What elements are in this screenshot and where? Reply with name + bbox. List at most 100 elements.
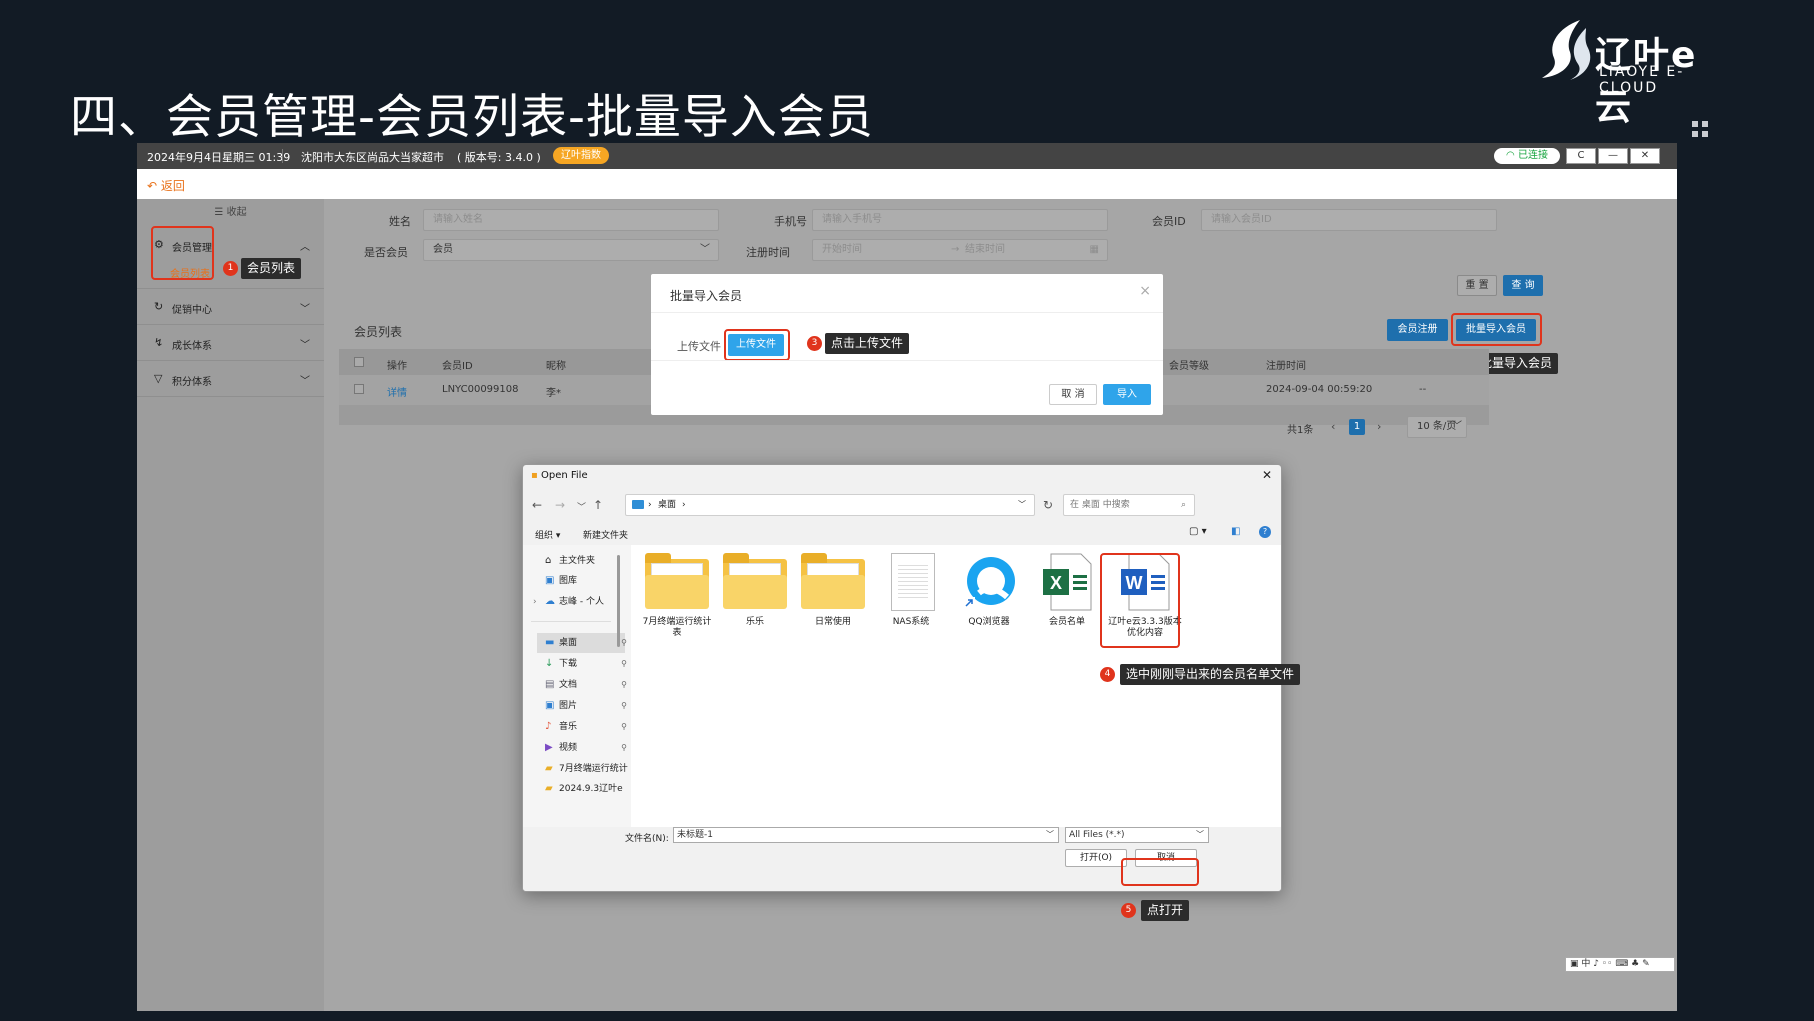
file-item[interactable]: NAS系统 <box>873 553 949 641</box>
modal-title: 批量导入会员 <box>670 289 743 303</box>
nav-item-desktop[interactable]: ▬ 桌面 ⚲ <box>537 633 627 653</box>
list-title: 会员列表 <box>354 325 403 339</box>
close-icon[interactable]: × <box>1139 283 1151 299</box>
sidebar-item-points[interactable]: ▽ 积分体系 ﹀ <box>137 361 324 397</box>
annotation-tip-4: 选中刚刚导出来的会员名单文件 <box>1120 664 1301 685</box>
nav-item-home[interactable]: ⌂ 主文件夹 <box>545 551 625 571</box>
sidebar-item-label: 促销中心 <box>172 305 212 316</box>
forward-icon[interactable]: → <box>555 498 565 512</box>
phone-input[interactable]: 请输入手机号 <box>812 209 1108 231</box>
reg-time-label: 注册时间 <box>746 246 790 259</box>
detail-link[interactable]: 详情 <box>387 384 407 399</box>
page-button-current[interactable]: 1 <box>1349 419 1365 435</box>
folder-icon <box>801 553 865 611</box>
cell-member-id: LNYC00099108 <box>442 384 519 395</box>
chevron-down-icon[interactable]: ﹀ <box>577 500 586 513</box>
chevron-up-icon: ︿ <box>300 242 310 253</box>
nav-item-folder[interactable]: ▰ 7月终端运行统计 <box>545 759 629 779</box>
up-icon[interactable]: ↑ <box>593 498 603 512</box>
filename-label: 文件名(N): <box>625 834 669 844</box>
cloud-icon: ☁ <box>545 596 555 607</box>
close-window-button[interactable]: ✕ <box>1630 148 1660 164</box>
page-size-select[interactable]: 10 条/页 ﹀ <box>1407 416 1467 438</box>
phone-label: 手机号 <box>774 215 807 228</box>
chevron-down-icon: ﹀ <box>700 244 710 255</box>
nav-item-music[interactable]: ♪ 音乐 ⚲ <box>545 717 627 737</box>
refresh-icon: ↻ <box>154 300 164 313</box>
nav-item-cloud[interactable]: › ☁ 志峰 - 个人 <box>533 592 625 612</box>
nav-item-downloads[interactable]: ↓ 下载 ⚲ <box>545 654 627 674</box>
new-folder-button[interactable]: 新建文件夹 <box>583 528 628 541</box>
is-member-select[interactable]: 会员 ﹀ <box>423 239 719 261</box>
back-button[interactable]: ↶ 返回 <box>147 177 185 194</box>
filename-input[interactable]: 未标题-1 ﹀ <box>673 827 1059 843</box>
nav-item-pictures[interactable]: ▣ 图片 ⚲ <box>545 696 627 716</box>
file-item[interactable]: 日常使用 <box>795 553 871 641</box>
register-member-button[interactable]: 会员注册 <box>1387 319 1448 341</box>
cell-extra: -- <box>1419 384 1427 395</box>
nav-item-documents[interactable]: ▤ 文档 ⚲ <box>545 675 627 695</box>
batch-import-modal: 批量导入会员 × 上传文件 上传文件 3 点击上传文件 取 消 导入 <box>651 274 1163 415</box>
sidebar-collapse[interactable]: ☰ 收起 <box>137 199 324 227</box>
file-name: 7月终端运行统计表 <box>642 617 712 638</box>
file-item[interactable]: 7月终端运行统计表 <box>639 553 715 641</box>
row-checkbox[interactable] <box>354 384 364 394</box>
next-page-icon[interactable]: › <box>1377 420 1381 433</box>
pagination-total: 共1条 <box>1287 425 1314 436</box>
chevron-down-icon: ﹀ <box>1046 830 1054 839</box>
search-button[interactable]: 查 询 <box>1503 275 1543 296</box>
file-item[interactable]: 乐乐 <box>717 553 793 641</box>
back-icon[interactable]: ← <box>532 498 542 512</box>
select-all-checkbox[interactable] <box>354 357 364 367</box>
col-header: 注册时间 <box>1266 361 1306 372</box>
refresh-icon[interactable]: ↻ <box>1043 498 1053 512</box>
chevron-down-icon[interactable]: ﹀ <box>1018 495 1026 515</box>
upload-label: 上传文件 <box>677 340 721 353</box>
path-segment[interactable]: 桌面 <box>658 495 676 515</box>
connection-status: ◠ 已连接 <box>1494 148 1560 164</box>
search-input[interactable]: 在 桌面 中搜索 ⌕ <box>1063 494 1195 516</box>
organize-menu[interactable]: 组织 ▾ <box>535 528 560 541</box>
preview-pane-icon[interactable]: ◧ <box>1231 526 1240 537</box>
liaoye-index-badge[interactable]: 辽叶指数 <box>553 147 609 164</box>
dialog-nav-bar: ← → ﹀ ↑ › 桌面 › ﹀ ↻ 在 桌面 中搜索 ⌕ <box>523 489 1281 521</box>
wifi-icon: ◠ <box>1506 150 1518 161</box>
col-header: 昵称 <box>546 361 566 372</box>
nav-item-gallery[interactable]: ▣ 图库 <box>545 571 625 591</box>
refresh-button[interactable]: C <box>1566 148 1596 164</box>
calendar-icon: ▦ <box>1089 244 1099 255</box>
nav-scrollbar[interactable] <box>617 555 620 647</box>
file-item-selected[interactable]: X 会员名单 <box>1029 553 1105 641</box>
member-id-input[interactable]: 请输入会员ID <box>1201 209 1497 231</box>
cancel-button[interactable]: 取 消 <box>1049 384 1097 405</box>
desktop-icon: ▬ <box>545 637 555 648</box>
open-button[interactable]: 打开(O) <box>1065 849 1127 867</box>
folder-icon <box>645 553 709 611</box>
sidebar-item-growth[interactable]: ↯ 成长体系 ﹀ <box>137 325 324 361</box>
file-list-pane: 7月终端运行统计表 乐乐 日常使用 NAS系统 QQ浏览器 X 会员名单 W 辽… <box>631 545 1281 827</box>
filetype-select[interactable]: All Files (*.*) ﹀ <box>1065 827 1209 843</box>
minimize-button[interactable]: — <box>1598 148 1628 164</box>
search-icon: ⌕ <box>1180 500 1186 510</box>
is-member-label: 是否会员 <box>364 246 408 259</box>
file-item[interactable]: QQ浏览器 <box>951 553 1027 641</box>
import-button[interactable]: 导入 <box>1103 384 1151 405</box>
chevron-right-icon: › <box>533 597 537 607</box>
nav-item-videos[interactable]: ▶ 视频 ⚲ <box>545 738 627 758</box>
reset-button[interactable]: 重 置 <box>1457 275 1497 296</box>
address-bar[interactable]: › 桌面 › ﹀ <box>625 494 1035 516</box>
prev-page-icon[interactable]: ‹ <box>1331 420 1335 433</box>
sidebar-item-promotion[interactable]: ↻ 促销中心 ﹀ <box>137 289 324 325</box>
help-icon[interactable]: ? <box>1259 526 1271 538</box>
pin-icon: ⚲ <box>621 638 627 647</box>
dialog-close-icon[interactable]: ✕ <box>1262 468 1272 482</box>
music-icon: ♪ <box>545 721 552 732</box>
nav-item-folder[interactable]: ▰ 2024.9.3辽叶e <box>545 779 629 793</box>
dialog-toolbar: 组织 ▾ 新建文件夹 ▢ ▾ ◧ ? <box>523 521 1281 545</box>
name-input[interactable]: 请输入姓名 <box>423 209 719 231</box>
reg-time-range[interactable]: 开始时间 → 结束时间 ▦ <box>812 239 1108 261</box>
start-time-placeholder: 开始时间 <box>822 244 862 255</box>
ime-toolbar[interactable]: ▣ 中 ♪ ◦◦ ⌨ ♣ ✎ <box>1565 957 1675 972</box>
file-name: 日常使用 <box>814 617 851 627</box>
view-icon[interactable]: ▢ ▾ <box>1189 526 1207 537</box>
